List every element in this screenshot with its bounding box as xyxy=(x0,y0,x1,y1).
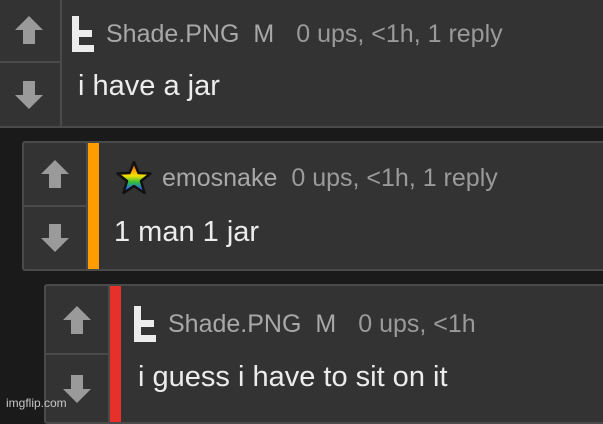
t-logo-icon[interactable] xyxy=(70,16,96,52)
arrow-up-icon xyxy=(63,305,91,334)
arrow-up-icon xyxy=(41,160,69,188)
comment-header: emosnake 0 ups, <1h, 1 reply xyxy=(116,161,498,195)
upvote-button[interactable] xyxy=(46,286,108,353)
comment-header: Shade.PNG M 0 ups, <1h, 1 reply xyxy=(70,16,503,52)
comment: Shade.PNG M 0 ups, <1h, 1 reply i have a… xyxy=(0,0,603,128)
comment: emosnake 0 ups, <1h, 1 reply 1 man 1 jar xyxy=(22,141,603,271)
thread-depth-stripe xyxy=(110,286,121,422)
username[interactable]: emosnake xyxy=(162,164,277,193)
comment-meta: 0 ups, <1h, 1 reply xyxy=(291,163,498,192)
downvote-button[interactable] xyxy=(46,353,108,422)
arrow-down-icon xyxy=(15,80,43,109)
upvote-button[interactable] xyxy=(0,0,60,61)
username[interactable]: Shade.PNG xyxy=(168,310,301,339)
upvote-button[interactable] xyxy=(24,143,86,205)
mod-badge: M xyxy=(315,309,337,338)
comment-text: i have a jar xyxy=(78,70,220,102)
comment-text: 1 man 1 jar xyxy=(114,216,260,248)
thread-depth-stripe xyxy=(88,143,99,269)
comment-meta: 0 ups, <1h xyxy=(358,309,476,338)
vote-column xyxy=(0,0,62,126)
vote-column xyxy=(24,143,88,269)
comment-text: i guess i have to sit on it xyxy=(138,361,448,393)
mod-badge: M xyxy=(253,19,275,48)
rainbow-star-icon[interactable] xyxy=(116,161,152,195)
downvote-button[interactable] xyxy=(0,61,60,126)
arrow-down-icon xyxy=(41,224,69,252)
t-logo-icon[interactable] xyxy=(132,306,158,342)
comment-header: Shade.PNG M 0 ups, <1h xyxy=(132,306,476,342)
imgflip-watermark: imgflip.com xyxy=(6,396,67,410)
username[interactable]: Shade.PNG xyxy=(106,20,239,49)
comment-meta: 0 ups, <1h, 1 reply xyxy=(296,19,503,48)
downvote-button[interactable] xyxy=(24,205,86,269)
comment: Shade.PNG M 0 ups, <1h i guess i have to… xyxy=(44,284,603,424)
arrow-up-icon xyxy=(15,15,43,44)
